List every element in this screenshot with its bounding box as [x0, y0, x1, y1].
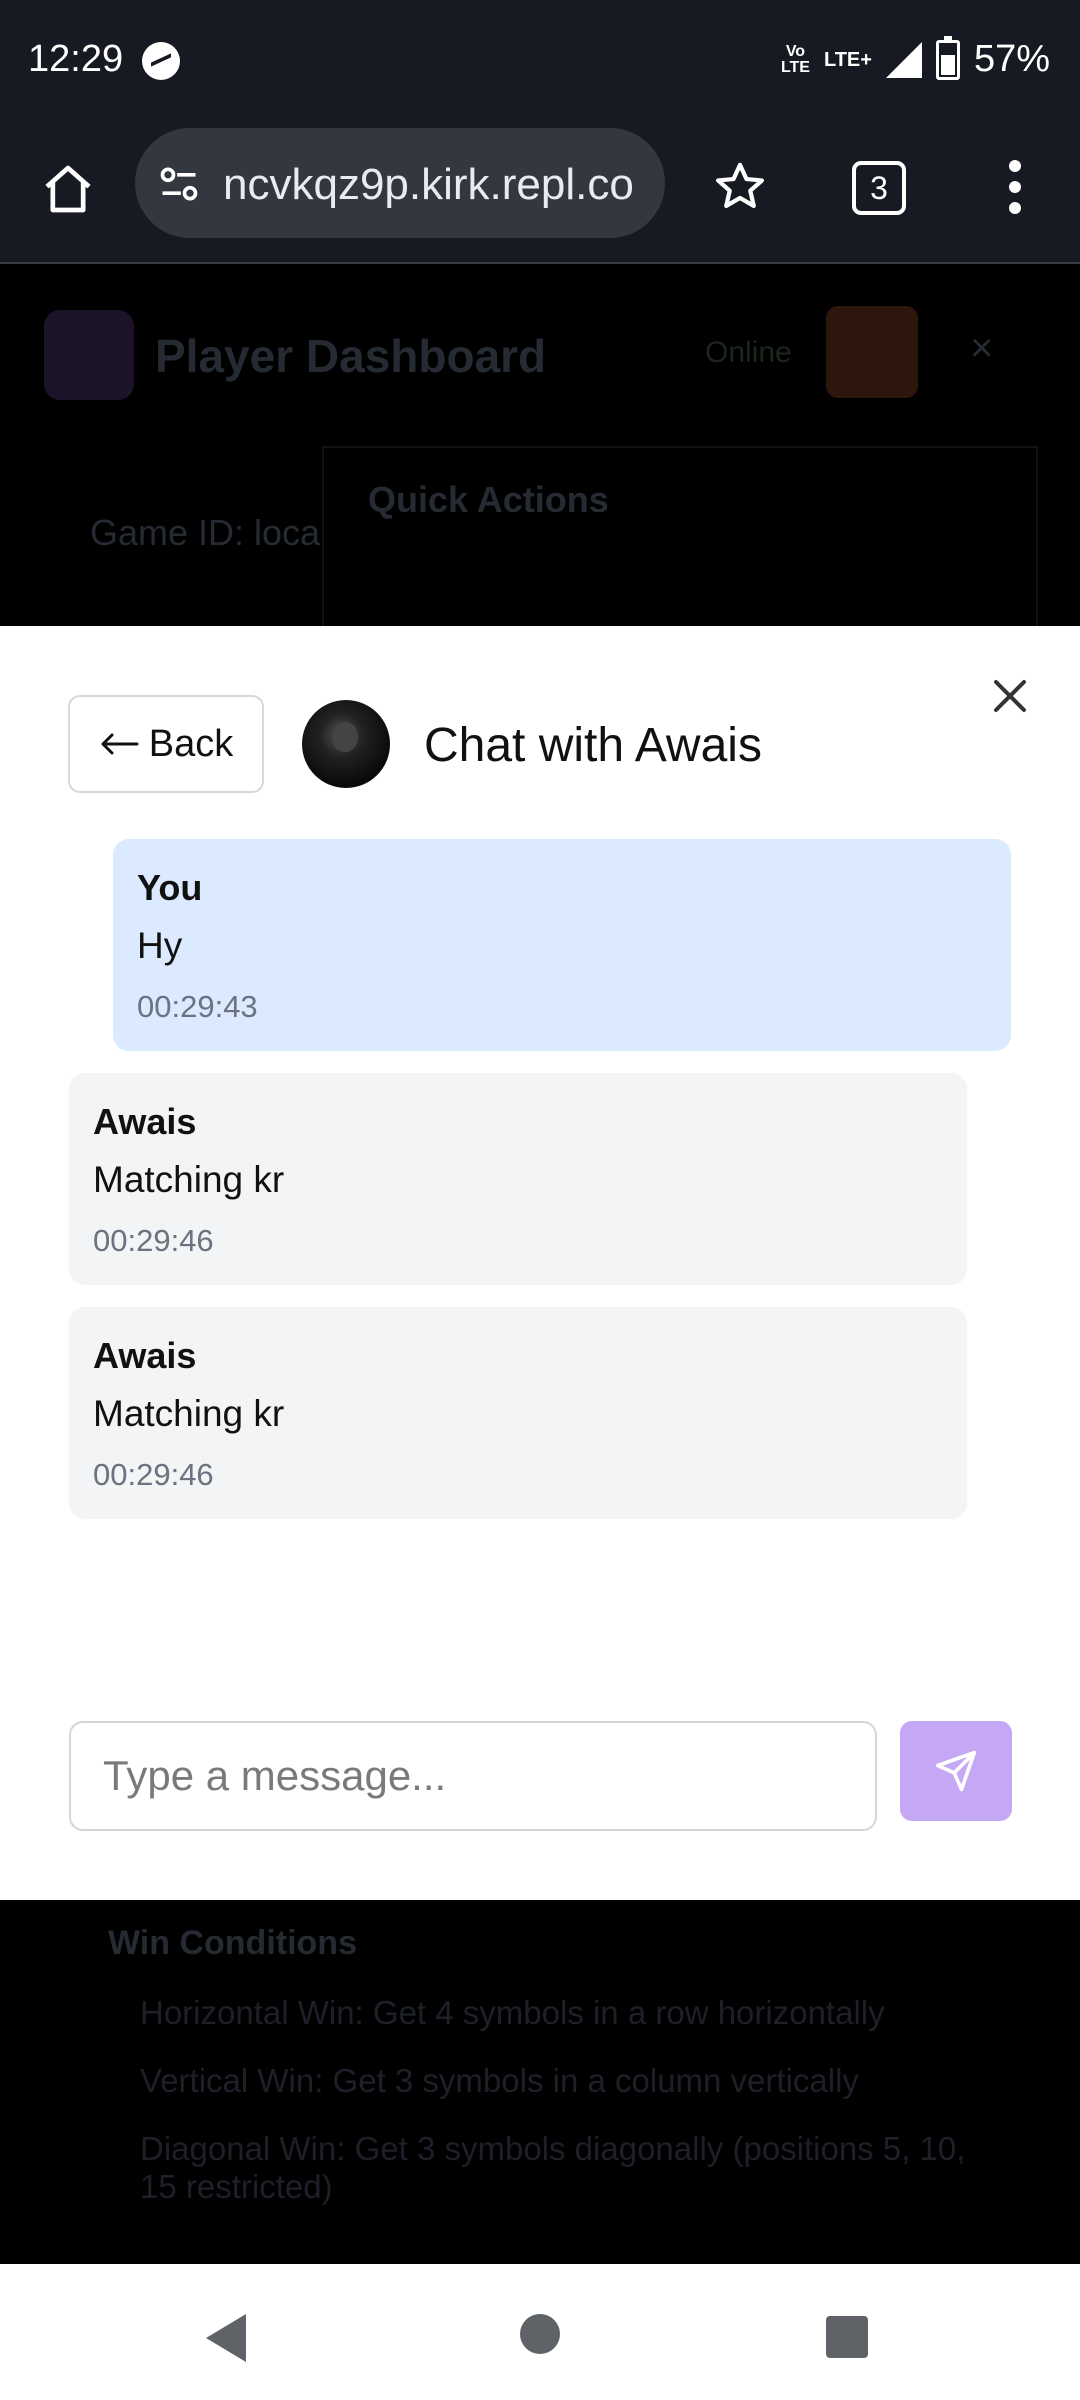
- message-time: 00:29:43: [137, 989, 258, 1024]
- status-bar: 12:29 Vo LTE LTE+ 57%: [0, 0, 1080, 125]
- message-sender: You: [137, 867, 203, 908]
- dashboard-logo-icon: [44, 310, 134, 400]
- signal-icon: [885, 41, 922, 78]
- message-sender: Awais: [93, 1101, 197, 1142]
- rule-item: Horizontal Win: Get 4 symbols in a row h…: [140, 1994, 885, 2031]
- tab-switcher-button[interactable]: 3: [852, 161, 906, 215]
- message-text: Hy: [137, 925, 183, 966]
- overflow-menu-icon[interactable]: [1000, 157, 1030, 217]
- bookmark-star-icon[interactable]: [712, 159, 768, 215]
- battery-level: 57%: [973, 38, 1050, 80]
- message-text: Matching kr: [93, 1159, 285, 1200]
- dashboard-close-icon: ×: [970, 326, 994, 370]
- battery-icon: [935, 35, 960, 80]
- game-id: Game ID: loca: [90, 512, 321, 553]
- message-bubble-received: Awais Matching kr 00:29:46: [69, 1073, 967, 1285]
- message-time: 00:29:46: [93, 1457, 214, 1492]
- chat-title: Chat with Awais: [424, 719, 762, 772]
- address-bar[interactable]: ncvkqz9p.kirk.repl.co: [135, 128, 665, 238]
- back-button[interactable]: Back: [68, 695, 264, 793]
- message-bubble-received: Awais Matching kr 00:29:46: [69, 1307, 967, 1519]
- url-text[interactable]: ncvkqz9p.kirk.repl.co: [223, 160, 655, 210]
- message-sender: Awais: [93, 1335, 197, 1376]
- close-icon[interactable]: [990, 676, 1030, 716]
- clock: 12:29: [28, 38, 124, 80]
- message-bubble-sent: You Hy 00:29:43: [113, 839, 1011, 1051]
- quick-actions-heading: Quick Actions: [368, 479, 609, 520]
- rule-item: Vertical Win: Get 3 symbols in a column …: [140, 2062, 859, 2099]
- send-icon: [935, 1750, 977, 1792]
- messenger-icon: [142, 42, 180, 80]
- network-type: LTE+: [823, 48, 872, 71]
- system-nav-bar: [0, 2264, 1080, 2400]
- nav-recents-icon[interactable]: [826, 2316, 868, 2358]
- trophy-icon: [826, 306, 918, 398]
- dashboard-title: Player Dashboard: [155, 330, 547, 382]
- system-indicators: Vo LTE LTE+ 57%: [780, 35, 1050, 81]
- message-input[interactable]: [71, 1723, 875, 1829]
- volte-icon: Vo LTE: [780, 42, 810, 76]
- rule-item: Diagonal Win: Get 3 symbols diagonally (…: [140, 2130, 966, 2205]
- message-text: Matching kr: [93, 1393, 285, 1434]
- rules-heading: Win Conditions: [108, 1924, 357, 1962]
- send-button[interactable]: [900, 1721, 1012, 1821]
- chat-modal: Back Chat with Awais You Hy 00:29:43 Awa…: [0, 626, 1080, 1900]
- message-time: 00:29:46: [93, 1223, 214, 1258]
- site-settings-icon[interactable]: [157, 162, 201, 206]
- message-input-wrapper: [69, 1721, 877, 1831]
- nav-home-icon[interactable]: [520, 2314, 560, 2354]
- arrow-left-icon: [101, 733, 139, 755]
- browser-toolbar: ncvkqz9p.kirk.repl.co 3: [0, 125, 1080, 264]
- back-label: Back: [148, 722, 234, 765]
- home-icon[interactable]: [40, 161, 96, 217]
- avatar: [302, 700, 390, 788]
- nav-back-icon[interactable]: [206, 2314, 246, 2362]
- online-status: Online: [705, 336, 792, 369]
